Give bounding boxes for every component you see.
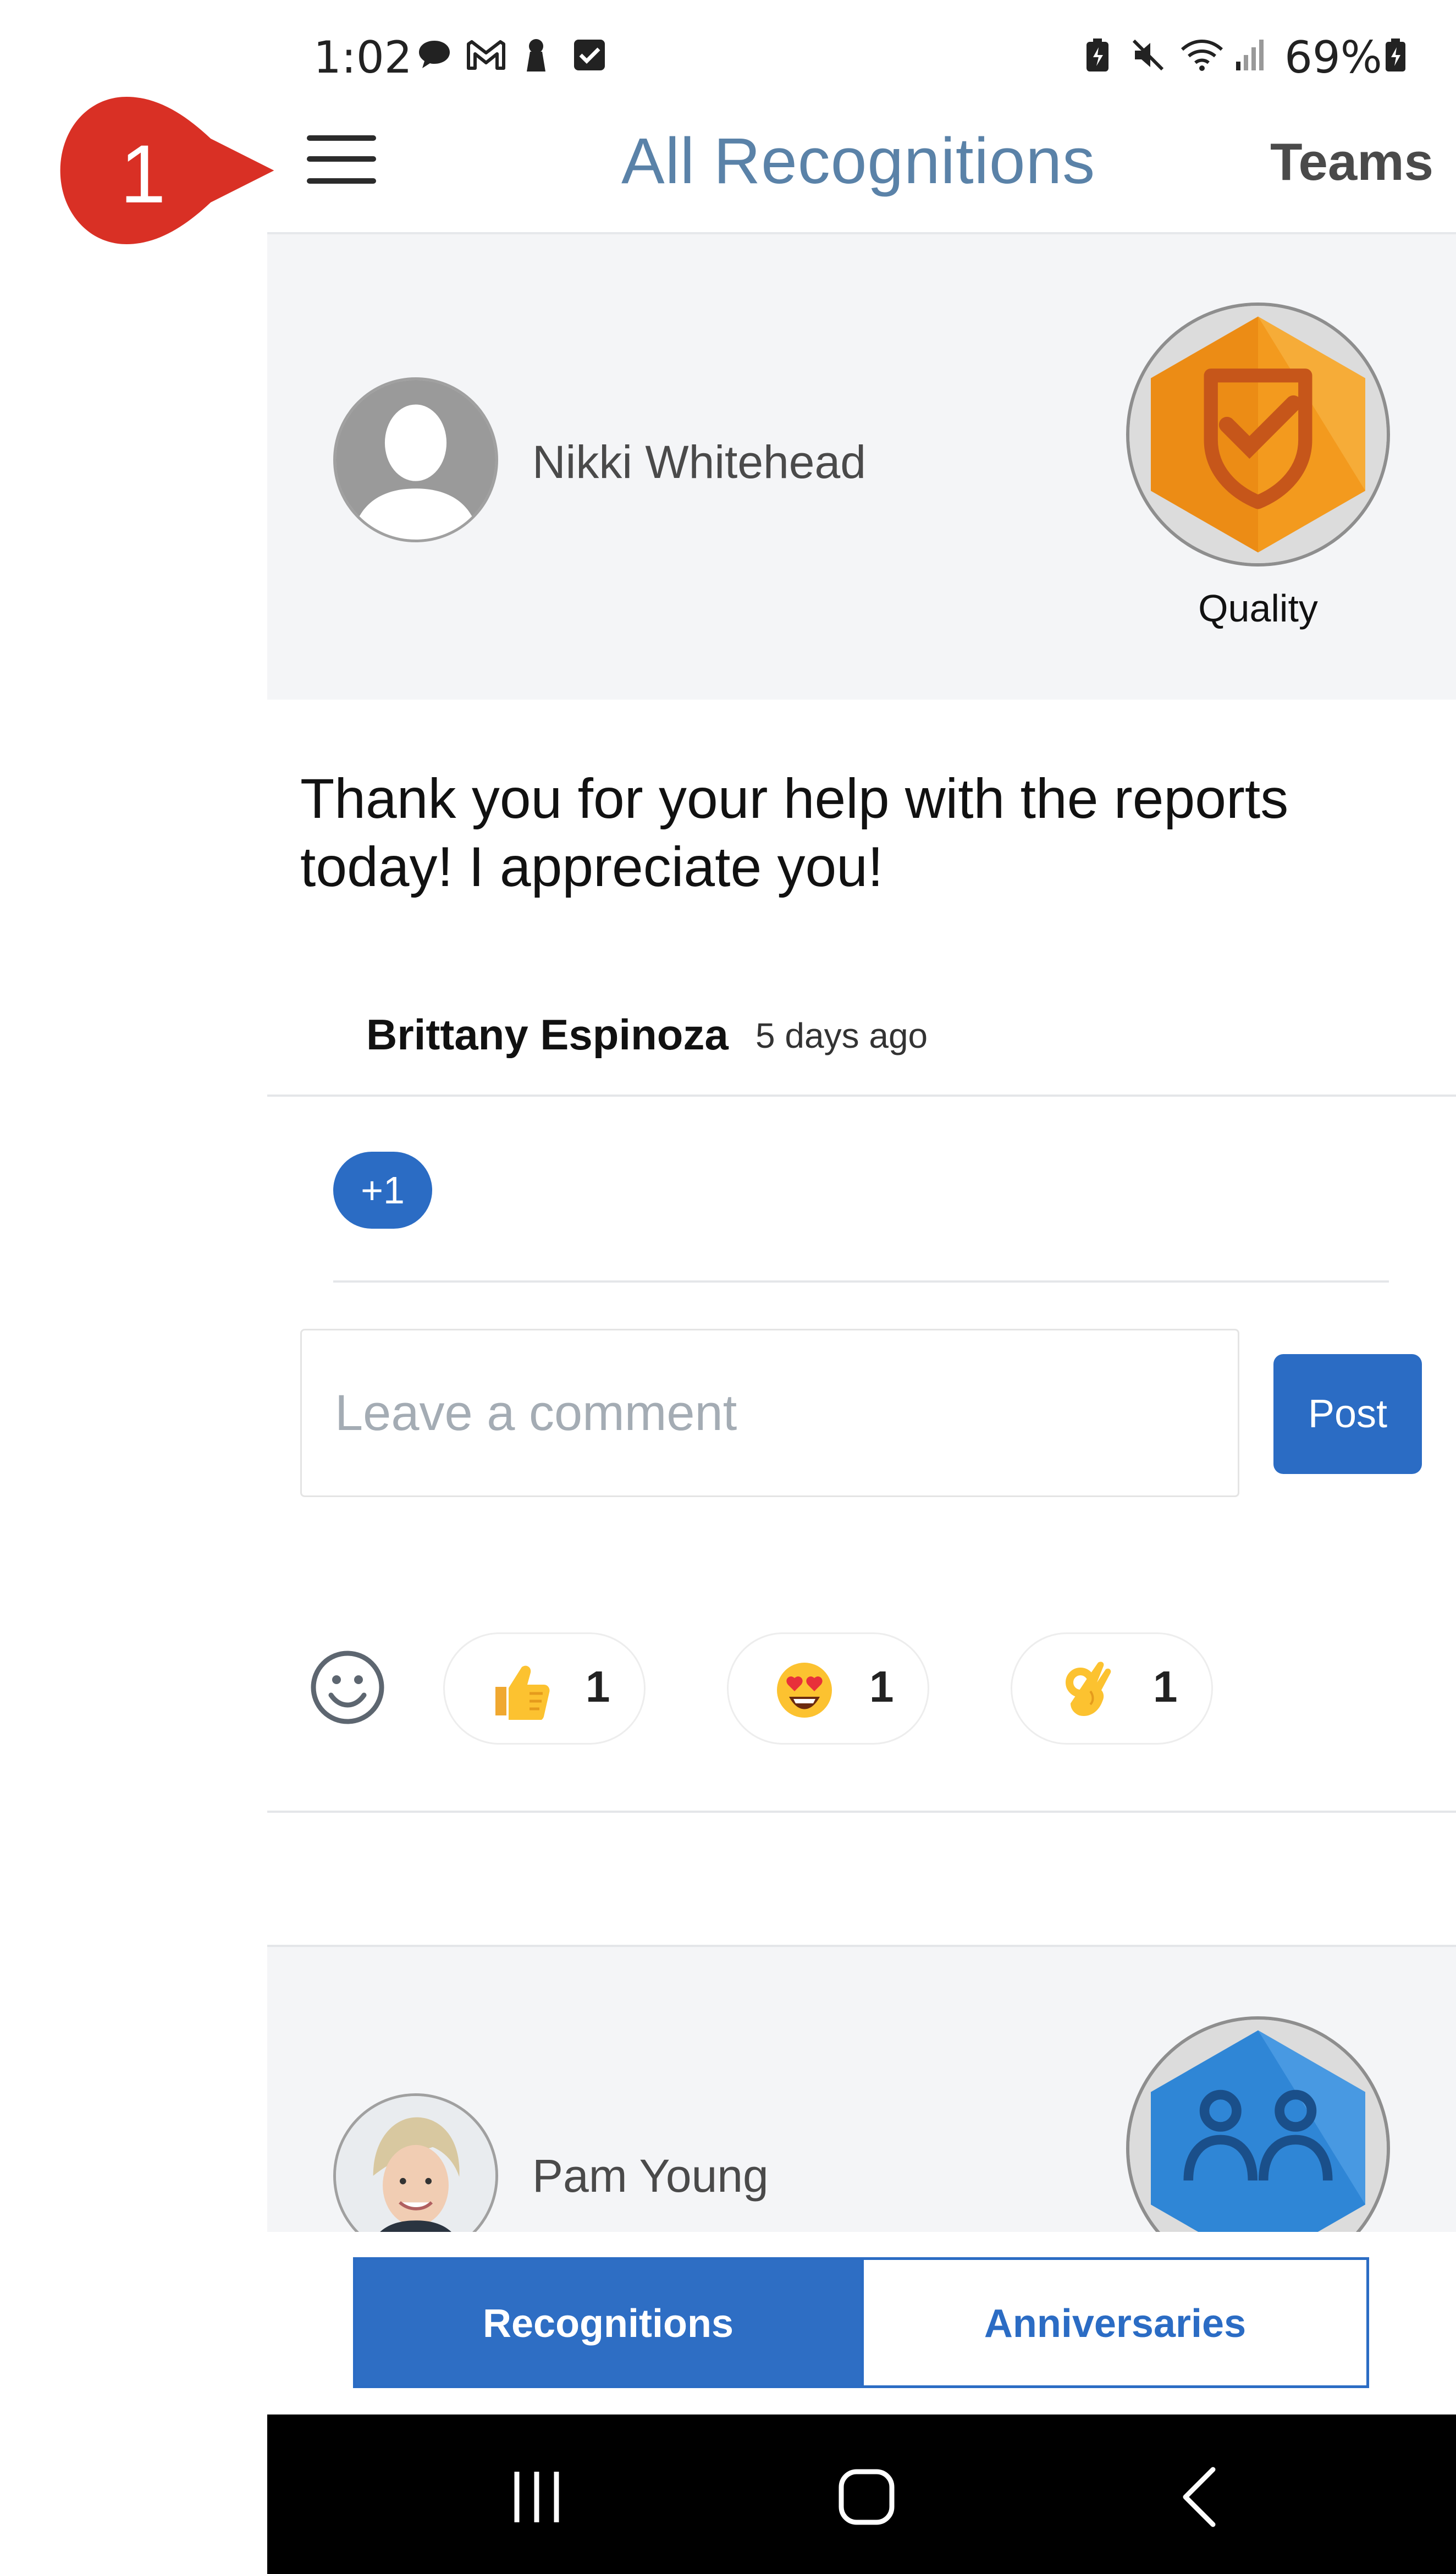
shield-check-icon xyxy=(1129,306,1387,563)
divider xyxy=(267,1811,1456,1813)
person-placeholder-icon xyxy=(336,380,495,540)
chat-icon xyxy=(419,41,450,68)
divider xyxy=(267,1094,1456,1097)
comment-input[interactable] xyxy=(300,1329,1239,1497)
plus-one-button[interactable]: +1 xyxy=(333,1152,432,1229)
home-icon[interactable] xyxy=(834,2464,900,2530)
thumbs-up-icon xyxy=(495,1665,550,1720)
callout-marker: 1 xyxy=(60,97,274,244)
gmail-icon xyxy=(467,40,505,70)
reaction-count: 1 xyxy=(586,1662,610,1711)
post-button[interactable]: Post xyxy=(1273,1354,1422,1474)
signal-icon xyxy=(1236,40,1264,70)
heart-eyes-icon xyxy=(777,1663,832,1718)
divider xyxy=(333,1280,1389,1283)
teamwork-icon xyxy=(1129,2020,1387,2233)
recipient-avatar[interactable] xyxy=(333,377,498,542)
reaction-ok-hand[interactable]: 1 xyxy=(1011,1632,1213,1745)
badge-quality[interactable] xyxy=(1126,302,1390,566)
tab-recognitions[interactable]: Recognitions xyxy=(353,2257,863,2388)
recipient-name[interactable]: Pam Young xyxy=(532,2149,769,2203)
status-time: 1:02 xyxy=(313,32,412,83)
giver-name[interactable]: Brittany Espinoza xyxy=(366,1010,729,1060)
reaction-heart-eyes[interactable]: 1 xyxy=(727,1632,929,1745)
page-title: All Recognitions xyxy=(621,125,1096,197)
callout-number: 1 xyxy=(120,128,166,220)
checkbox-icon xyxy=(574,40,605,70)
recipient-avatar[interactable] xyxy=(333,2093,498,2233)
reaction-count: 1 xyxy=(1153,1662,1178,1711)
wifi-icon xyxy=(1181,40,1223,71)
badge-teamwork[interactable] xyxy=(1126,2016,1390,2233)
battery-icon xyxy=(1386,38,1405,72)
recognition-card-header: Pam Young xyxy=(267,1947,1456,2233)
person-photo xyxy=(336,2096,495,2233)
tab-anniversaries[interactable]: Anniversaries xyxy=(861,2257,1369,2388)
reaction-thumbs-up[interactable]: 1 xyxy=(443,1632,646,1745)
ok-hand-icon xyxy=(1066,1662,1111,1716)
recognition-message: Thank you for your help with the reports… xyxy=(300,767,1289,898)
menu-hamburger-icon[interactable] xyxy=(307,132,378,187)
timestamp: 5 days ago xyxy=(755,1016,928,1055)
add-reaction-icon[interactable] xyxy=(309,1649,386,1726)
reaction-count: 1 xyxy=(869,1662,894,1711)
recent-apps-icon[interactable] xyxy=(504,2464,570,2530)
battery-percent: 69% xyxy=(1284,32,1382,83)
badge-label: Quality xyxy=(1198,587,1318,630)
mute-icon xyxy=(1132,39,1164,71)
recipient-name[interactable]: Nikki Whitehead xyxy=(532,436,866,489)
keyhole-icon xyxy=(527,39,545,72)
teams-link[interactable]: Teams xyxy=(1270,132,1433,193)
back-icon[interactable] xyxy=(1169,2464,1235,2530)
battery-saver-icon xyxy=(1087,38,1108,72)
